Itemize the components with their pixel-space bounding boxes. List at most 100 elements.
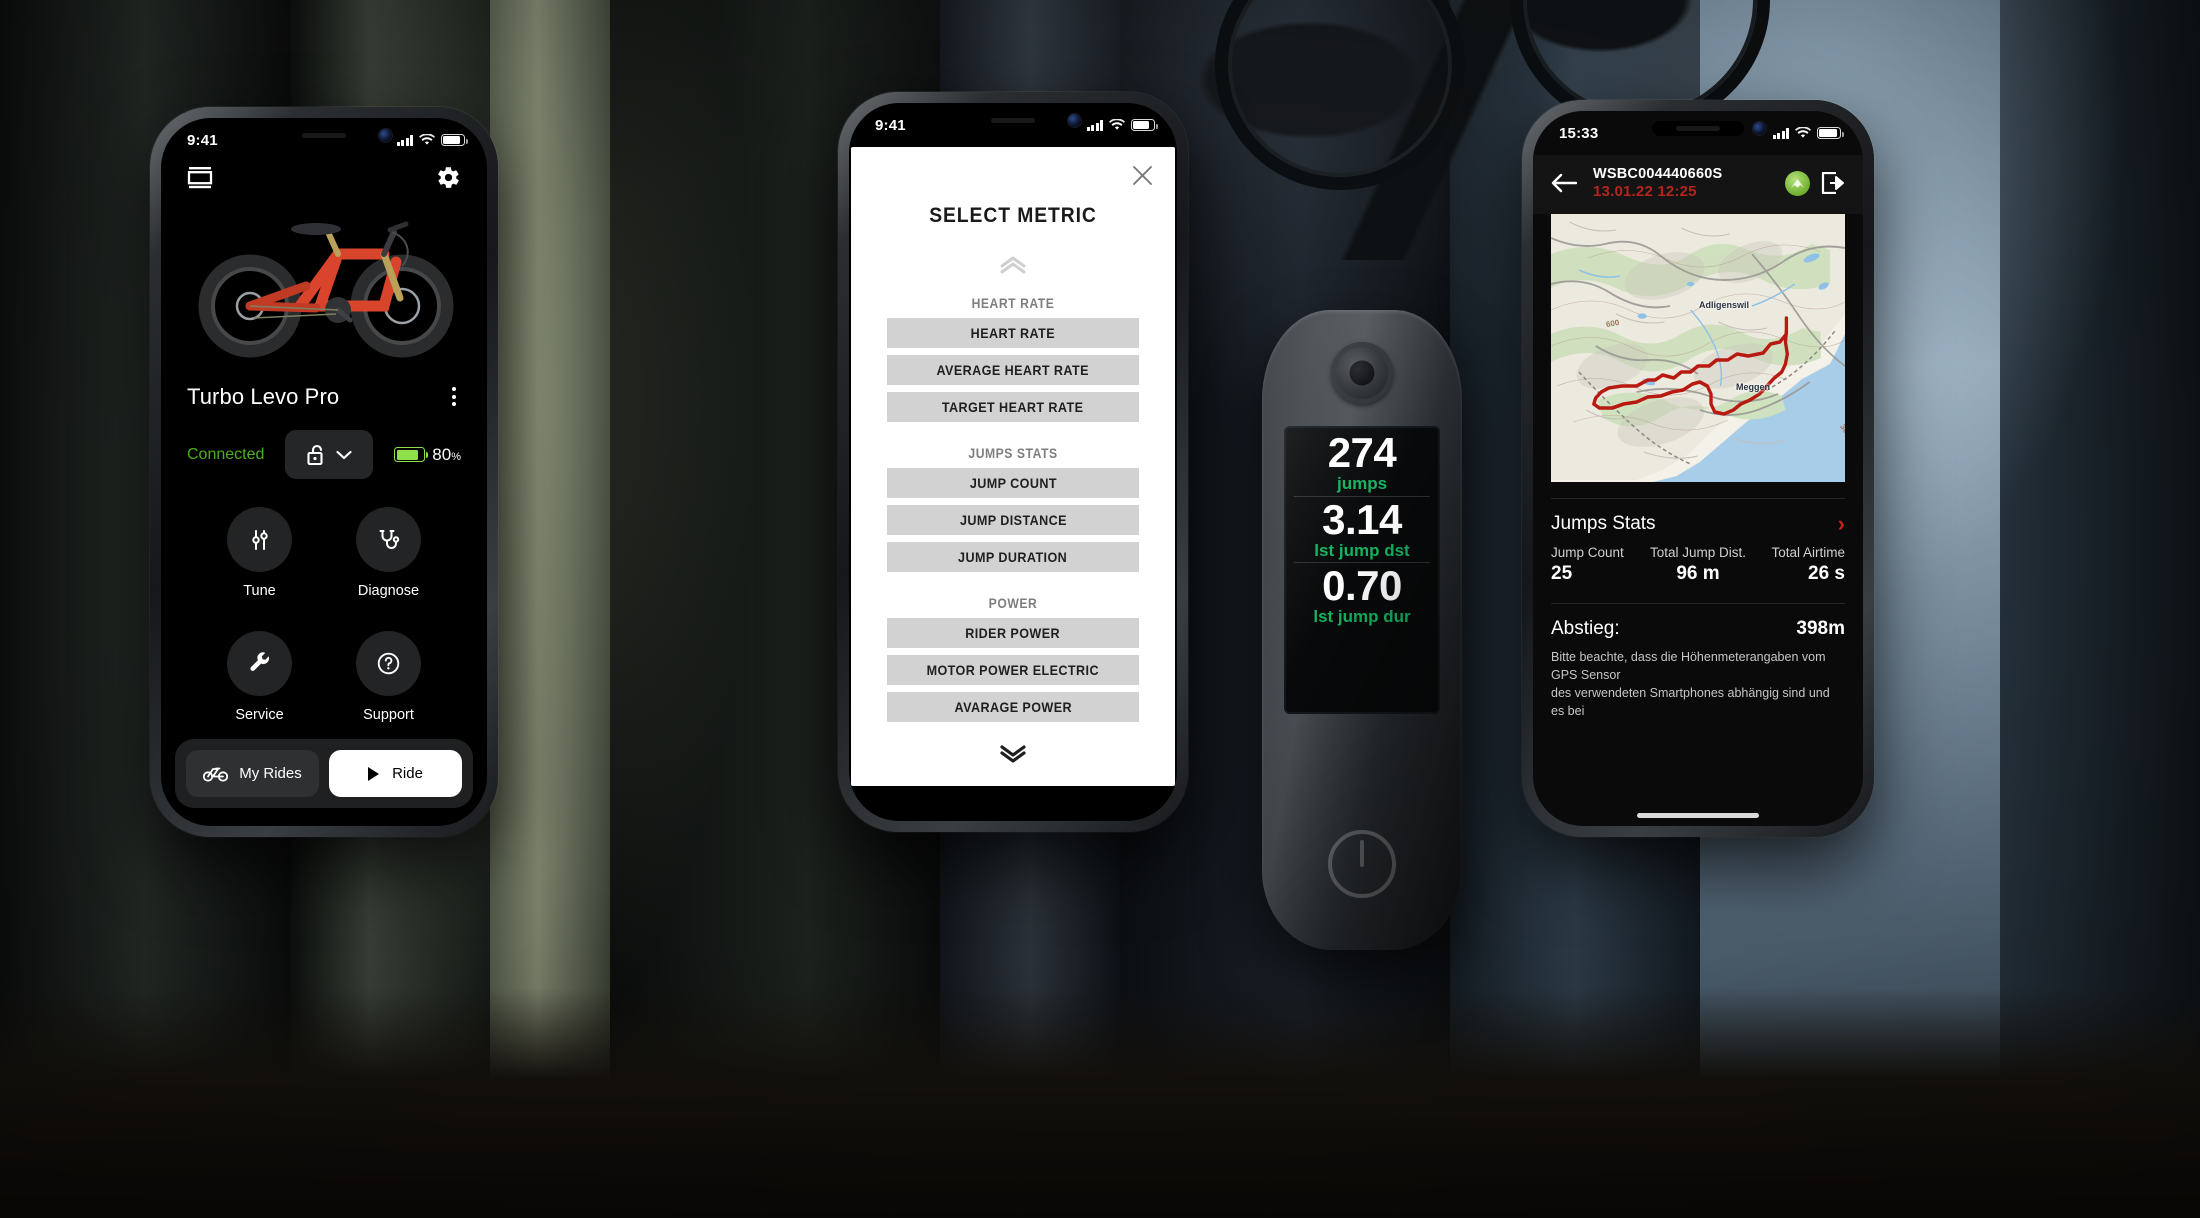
signal-icon [1772, 127, 1789, 139]
export-icon[interactable] [1821, 172, 1845, 195]
metric-label: JUMP DISTANCE [959, 512, 1067, 528]
ride-label: Ride [392, 765, 423, 782]
stat-total-jump-dist: Total Jump Dist. 96 m [1649, 545, 1747, 585]
power-button-icon[interactable] [1328, 830, 1396, 898]
phone-2-screen: 9:41 SELECT METRIC HEART RATE HEART RATE… [849, 103, 1177, 821]
group-header-jumps-stats: JUMPS STATS [968, 446, 1058, 461]
connection-status: Connected [187, 445, 265, 463]
tile-label: Support [363, 706, 414, 723]
back-arrow-icon[interactable] [1551, 173, 1577, 193]
dynamic-island-3 [1652, 121, 1766, 136]
status-bar-1: 9:41 [161, 118, 487, 162]
device-metric-row: 3.14 lst jump dst [1294, 495, 1430, 561]
front-camera-icon [379, 129, 392, 142]
battery-icon [1131, 119, 1158, 131]
phone-1-frame: 9:41 Turbo Levo Pro Connected 80% Tune D… [150, 107, 498, 837]
dynamic-island-1 [278, 128, 392, 143]
signal-icon [1086, 119, 1103, 131]
double-chevron-down-icon[interactable] [851, 745, 1175, 763]
stat-label: Jump Count [1551, 544, 1624, 560]
metric-item[interactable]: JUMP DURATION [887, 542, 1139, 572]
metric-label: TARGET HEART RATE [942, 399, 1084, 415]
double-chevron-up-icon[interactable] [851, 256, 1175, 274]
bike-computer-device: 274 jumps 3.14 lst jump dst 0.70 lst jum… [1262, 310, 1462, 950]
tile-service[interactable]: Service [195, 630, 324, 740]
stethoscope-icon [379, 529, 399, 549]
home-indicator [1637, 813, 1759, 818]
metric-item[interactable]: AVARAGE POWER [887, 692, 1139, 722]
status-time: 9:41 [187, 131, 218, 149]
jumps-stats-section: Jumps Stats › Jump Count 25 Total Jump D… [1533, 499, 1863, 585]
device-metric-unit: jumps [1336, 474, 1388, 493]
close-x-icon[interactable] [1132, 165, 1153, 186]
bicycle-icon [203, 767, 229, 782]
metric-label: HEART RATE [970, 325, 1056, 341]
kebab-menu-icon[interactable] [447, 381, 461, 412]
device-metric-value: 0.70 [1322, 562, 1402, 610]
play-icon [368, 766, 380, 781]
device-metric-unit: lst jump dst [1314, 540, 1410, 560]
tile-tune[interactable]: Tune [195, 507, 324, 616]
sheet-title: SELECT METRIC [929, 204, 1097, 227]
camera-lens-icon [1331, 342, 1393, 404]
sliders-icon [251, 529, 268, 550]
map-label-adligenswil: Adligenswil [1699, 299, 1750, 310]
tile-diagnose[interactable]: Diagnose [324, 507, 453, 616]
tile-label: Diagnose [357, 583, 420, 599]
bike-image [161, 192, 487, 377]
page-title: Turbo Levo Pro [187, 383, 340, 409]
descent-value: 398m [1796, 617, 1845, 639]
metric-item[interactable]: JUMP COUNT [887, 468, 1139, 498]
front-camera-icon [1753, 122, 1766, 135]
phone-3-screen: 15:33 WSBC004440660S 13.01.22 12:25 Adli… [1533, 111, 1863, 826]
descent-note-line-1: Bitte beachte, dass die Höhenmeterangabe… [1551, 649, 1826, 682]
stat-value: 26 s [1808, 562, 1845, 584]
ride-detail-header: WSBC004440660S 13.01.22 12:25 [1533, 155, 1863, 214]
status-time: 9:41 [875, 116, 906, 134]
front-camera-icon [1068, 114, 1081, 127]
stat-label: Total Jump Dist. [1649, 544, 1747, 560]
lock-state-dropdown[interactable] [285, 430, 374, 479]
my-rides-button[interactable]: My Rides [186, 750, 319, 797]
metric-label: RIDER POWER [965, 625, 1061, 641]
bike-battery-indicator: 80% [394, 445, 461, 465]
metric-item[interactable]: MOTOR POWER ELECTRIC [887, 655, 1139, 685]
metric-label: MOTOR POWER ELECTRIC [926, 662, 1100, 678]
battery-icon [441, 134, 468, 146]
group-header-power: POWER [988, 596, 1038, 611]
phone-3-frame: 15:33 WSBC004440660S 13.01.22 12:25 Adli… [1522, 100, 1874, 837]
wifi-icon [1109, 119, 1125, 130]
stat-label: Total Airtime [1771, 544, 1845, 560]
divider [1551, 602, 1845, 604]
phone-2-frame: 9:41 SELECT METRIC HEART RATE HEART RATE… [838, 92, 1188, 832]
metric-item[interactable]: RIDER POWER [887, 618, 1139, 648]
tile-label: Service [235, 706, 284, 723]
metric-item[interactable]: JUMP DISTANCE [887, 505, 1139, 535]
wifi-icon [1795, 127, 1811, 138]
ride-map[interactable]: Adligenswil Meggen 600 300 [1551, 213, 1845, 482]
metric-item[interactable]: AVERAGE HEART RATE [887, 355, 1139, 385]
metric-item[interactable]: HEART RATE [887, 318, 1139, 348]
chevron-right-icon[interactable]: › [1838, 512, 1845, 535]
metric-label: JUMP COUNT [969, 475, 1057, 491]
gear-icon[interactable] [436, 165, 461, 190]
unlocked-padlock-icon [307, 444, 323, 465]
device-metric-value: 3.14 [1322, 495, 1402, 543]
metric-label: AVARAGE POWER [954, 699, 1072, 715]
my-rides-label: My Rides [239, 765, 302, 782]
metric-label: AVERAGE HEART RATE [936, 362, 1090, 378]
cards-layout-icon[interactable] [187, 166, 213, 189]
metric-item[interactable]: TARGET HEART RATE [887, 392, 1139, 422]
device-metric-row: 0.70 lst jump dur [1294, 562, 1430, 627]
tile-support[interactable]: Support [324, 630, 453, 740]
ride-button[interactable]: Ride [329, 750, 462, 797]
status-bar-3: 15:33 [1533, 111, 1863, 155]
map-label-meggen: Meggen [1736, 381, 1771, 392]
stat-value: 25 [1551, 562, 1573, 584]
descent-label: Abstieg: [1551, 617, 1620, 639]
ride-datetime: 13.01.22 12:25 [1593, 183, 1697, 201]
komoot-icon[interactable] [1785, 170, 1810, 196]
stat-jump-count: Jump Count 25 [1551, 545, 1649, 585]
section-title: Jumps Stats [1551, 512, 1656, 534]
device-display: 274 jumps 3.14 lst jump dst 0.70 lst jum… [1284, 426, 1440, 714]
